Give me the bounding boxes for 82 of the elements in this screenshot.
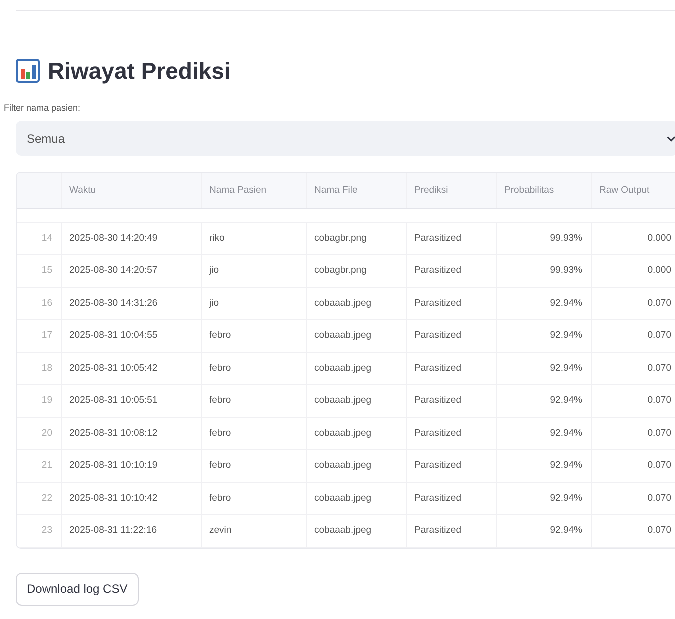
row-index: 14 [17, 222, 61, 254]
column-header[interactable]: Waktu [61, 173, 201, 208]
table-cell: 0.070 [591, 514, 675, 547]
row-index: 16 [17, 287, 61, 320]
table-cell: 2025-08-31 11:22:16 [61, 514, 201, 547]
table-cell: cobaaab.jpeg [306, 287, 406, 320]
row-index: 22 [17, 482, 61, 514]
table-cell: 2025-08-31 10:10:42 [61, 482, 201, 514]
row-index: 19 [17, 384, 61, 417]
table-cell: 2025-08-31 10:08:12 [61, 417, 201, 450]
row-index: 21 [17, 450, 61, 482]
patient-select[interactable]: Semua [16, 121, 675, 156]
bar-chart-icon [16, 59, 40, 83]
table-cell: 2025-08-31 10:05:51 [61, 384, 201, 417]
table-cell: 0.070 [591, 384, 675, 417]
table-cell: 0.070 [591, 287, 675, 320]
row-index: 17 [17, 320, 61, 352]
table-cell: 92.94% [496, 514, 591, 547]
table-cell: cobaaab.jpeg [306, 514, 406, 547]
table-cell: 92.94% [496, 450, 591, 482]
table-cell: 99.93% [496, 254, 591, 287]
table-cell: 0.070 [591, 417, 675, 450]
chevron-down-icon [667, 136, 675, 142]
table-cell: 2025-08-30 14:20:49 [61, 222, 201, 254]
table-cell: jio [201, 287, 306, 320]
column-header[interactable]: Nama Pasien [201, 173, 306, 208]
table-cell: 2025-08-31 10:10:19 [61, 450, 201, 482]
table-cell: febro [201, 352, 306, 384]
table-cell: Parasitized [406, 514, 496, 547]
table-cell: febro [201, 417, 306, 450]
table-cell: 92.94% [496, 320, 591, 352]
table-cell: zevin [201, 514, 306, 547]
table-cell: cobaaab.jpeg [306, 482, 406, 514]
table-cell: 92.94% [496, 384, 591, 417]
row-index: 18 [17, 352, 61, 384]
table-cell: 99.93% [496, 222, 591, 254]
table-cell: 0.000 [591, 222, 675, 254]
table-cell: cobaaab.jpeg [306, 320, 406, 352]
filter-label: Filter nama pasien: [4, 103, 82, 113]
table-cell: cobaaab.jpeg [306, 352, 406, 384]
table-cell: febro [201, 482, 306, 514]
column-header[interactable]: Nama File [306, 173, 406, 208]
table-cell: 2025-08-31 10:04:55 [61, 320, 201, 352]
table-cell: 2025-08-30 14:20:57 [61, 254, 201, 287]
table-cell: riko [201, 222, 306, 254]
table-cell: cobaaab.jpeg [306, 417, 406, 450]
table-cell: Parasitized [406, 222, 496, 254]
table-cell: cobagbr.png [306, 222, 406, 254]
table-cell: 92.94% [496, 482, 591, 514]
table-cell: 2025-08-31 10:05:42 [61, 352, 201, 384]
table-cell: 2025-08-30 14:31:26 [61, 287, 201, 320]
table-cell: 0.070 [591, 352, 675, 384]
table-cell: febro [201, 450, 306, 482]
table-cell: 92.94% [496, 287, 591, 320]
table-cell: jio [201, 254, 306, 287]
row-index: 23 [17, 514, 61, 547]
table-cell: Parasitized [406, 482, 496, 514]
table-cell: 92.94% [496, 417, 591, 450]
table-cell: Parasitized [406, 352, 496, 384]
table-cell: Parasitized [406, 417, 496, 450]
table-cell: Parasitized [406, 320, 496, 352]
table-cell: 0.000 [591, 254, 675, 287]
table-cell: Parasitized [406, 254, 496, 287]
table-cell: febro [201, 320, 306, 352]
table-cell: cobaaab.jpeg [306, 384, 406, 417]
table-cell: 92.94% [496, 352, 591, 384]
table-cell: 0.070 [591, 482, 675, 514]
column-header[interactable]: Probabilitas [496, 173, 591, 208]
table-cell: Parasitized [406, 287, 496, 320]
table-cell: Parasitized [406, 384, 496, 417]
download-button[interactable]: Download log CSV [16, 572, 139, 606]
table-cell: 0.070 [591, 320, 675, 352]
row-index: 20 [17, 417, 61, 450]
table-cell: 0.070 [591, 450, 675, 482]
row-index: 15 [17, 254, 61, 287]
page-title: Riwayat Prediksi [48, 58, 231, 84]
table-cell: cobaaab.jpeg [306, 450, 406, 482]
table-cell: Parasitized [406, 450, 496, 482]
table-cell: febro [201, 384, 306, 417]
table-cell: cobagbr.png [306, 254, 406, 287]
column-header[interactable]: Raw Output [591, 173, 675, 208]
column-header[interactable]: Prediksi [406, 173, 496, 208]
